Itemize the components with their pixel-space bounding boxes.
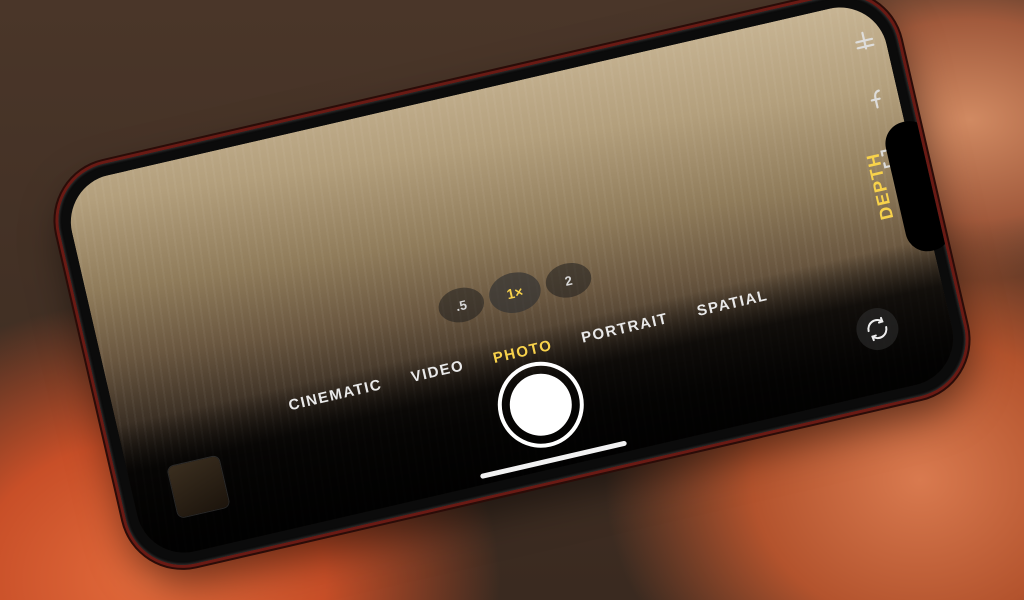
f-stop-icon[interactable]: [860, 81, 896, 117]
zoom-option[interactable]: 2: [542, 259, 594, 302]
exposure-icon[interactable]: [846, 23, 882, 59]
shutter-button-inner: [504, 368, 578, 442]
zoom-option[interactable]: .5: [435, 283, 487, 326]
